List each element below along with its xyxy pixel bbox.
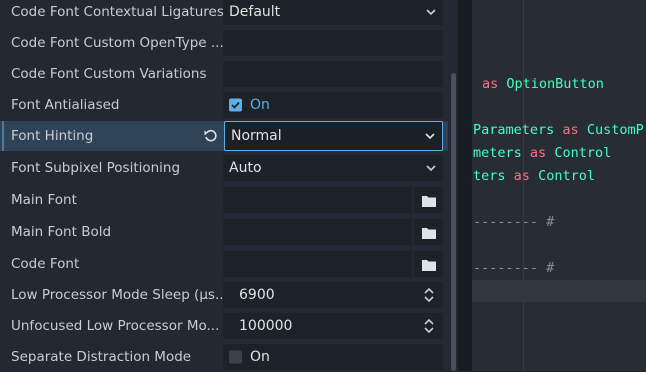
code-line: ters as Control (473, 168, 595, 184)
checkbox-label: On (250, 349, 270, 365)
property-row-code-font-contextual-ligatures: Code Font Contextual Ligatures Default (0, 0, 448, 27)
checkbox-unchecked-icon (229, 350, 242, 364)
dropdown-font-subpixel-positioning[interactable]: Auto (223, 155, 443, 181)
revert-icon[interactable] (203, 128, 218, 143)
code-line: meters as Control (473, 145, 612, 161)
dropdown-font-hinting[interactable]: Normal (224, 121, 443, 151)
file-path-main-font-bold[interactable] (223, 219, 412, 245)
property-row-code-font-custom-opentype: Code Font Custom OpenType ... (0, 28, 448, 58)
dropdown-value: Default (229, 4, 281, 20)
indent-guide (523, 0, 524, 371)
file-path-code-font[interactable] (223, 251, 412, 277)
folder-icon (422, 228, 436, 239)
property-row-font-antialiased: Font Antialiased On (0, 90, 448, 120)
property-label: Font Antialiased (11, 97, 120, 113)
property-label: Separate Distraction Mode (11, 349, 192, 365)
property-label: Unfocused Low Processor Mo... (11, 318, 220, 334)
property-label: Font Hinting (11, 128, 94, 144)
property-row-separate-distraction-mode: Separate Distraction Mode On (0, 342, 448, 372)
file-path-main-font[interactable] (223, 187, 412, 213)
property-row-main-font-bold: Main Font Bold (0, 217, 448, 247)
property-label: Code Font Custom OpenType ... (11, 35, 224, 51)
property-row-font-subpixel-positioning: Font Subpixel Positioning Auto (0, 153, 448, 183)
property-label: Code Font Custom Variations (11, 66, 207, 82)
property-row-low-processor-mode-sleep: Low Processor Mode Sleep (µs... 6900 (0, 280, 448, 310)
browse-button[interactable] (414, 251, 443, 277)
property-row-code-font-custom-variations: Code Font Custom Variations (0, 59, 448, 89)
folder-icon (422, 196, 436, 207)
code-line: as OptionButton (482, 76, 604, 92)
checkbox-checked-icon (229, 98, 242, 112)
property-label: Code Font (11, 256, 80, 272)
property-row-font-hinting: Font Hinting Normal (0, 121, 448, 151)
up-down-arrows-icon[interactable] (423, 318, 435, 334)
scrollbar-thumb[interactable] (451, 73, 456, 371)
property-row-main-font: Main Font (0, 185, 448, 215)
code-comment: -------- # (473, 260, 555, 276)
current-line-highlight (472, 280, 646, 302)
spinbox-unfocused-low-processor-mode[interactable]: 100000 (223, 313, 443, 339)
browse-button[interactable] (414, 219, 443, 245)
text-field-code-font-custom-opentype[interactable] (223, 30, 443, 56)
property-label: Code Font Contextual Ligatures (11, 4, 224, 20)
chevron-down-icon (426, 9, 436, 16)
checkbox-label: On (250, 97, 270, 113)
checkbox-font-antialiased[interactable]: On (223, 92, 443, 118)
text-field-code-font-custom-variations[interactable] (223, 61, 443, 87)
property-row-unfocused-low-processor-mode: Unfocused Low Processor Mo... 100000 (0, 311, 448, 341)
code-comment: -------- # (473, 214, 555, 230)
chevron-down-icon (425, 133, 435, 140)
dropdown-value: Normal (231, 128, 282, 144)
property-label: Main Font Bold (11, 224, 112, 240)
split-divider[interactable] (458, 0, 472, 371)
dropdown-code-font-contextual-ligatures[interactable]: Default (223, 0, 443, 25)
dropdown-value: Auto (229, 160, 262, 176)
checkbox-separate-distraction-mode[interactable]: On (223, 344, 443, 370)
spinbox-value: 100000 (239, 318, 293, 334)
browse-button[interactable] (414, 187, 443, 213)
property-label: Font Subpixel Positioning (11, 160, 181, 176)
spinbox-low-processor-mode-sleep[interactable]: 6900 (223, 282, 443, 308)
inspector-panel: Code Font Contextual Ligatures Default C… (0, 0, 456, 371)
up-down-arrows-icon[interactable] (423, 287, 435, 303)
spinbox-value: 6900 (239, 287, 275, 303)
property-row-code-font: Code Font (0, 249, 448, 279)
folder-icon (422, 260, 436, 271)
code-line: Parameters as CustomP (473, 122, 644, 138)
chevron-down-icon (426, 165, 436, 172)
code-editor[interactable]: as OptionButton Parameters as CustomP me… (472, 0, 646, 371)
property-label: Main Font (11, 192, 77, 208)
property-label: Low Processor Mode Sleep (µs... (11, 287, 228, 303)
